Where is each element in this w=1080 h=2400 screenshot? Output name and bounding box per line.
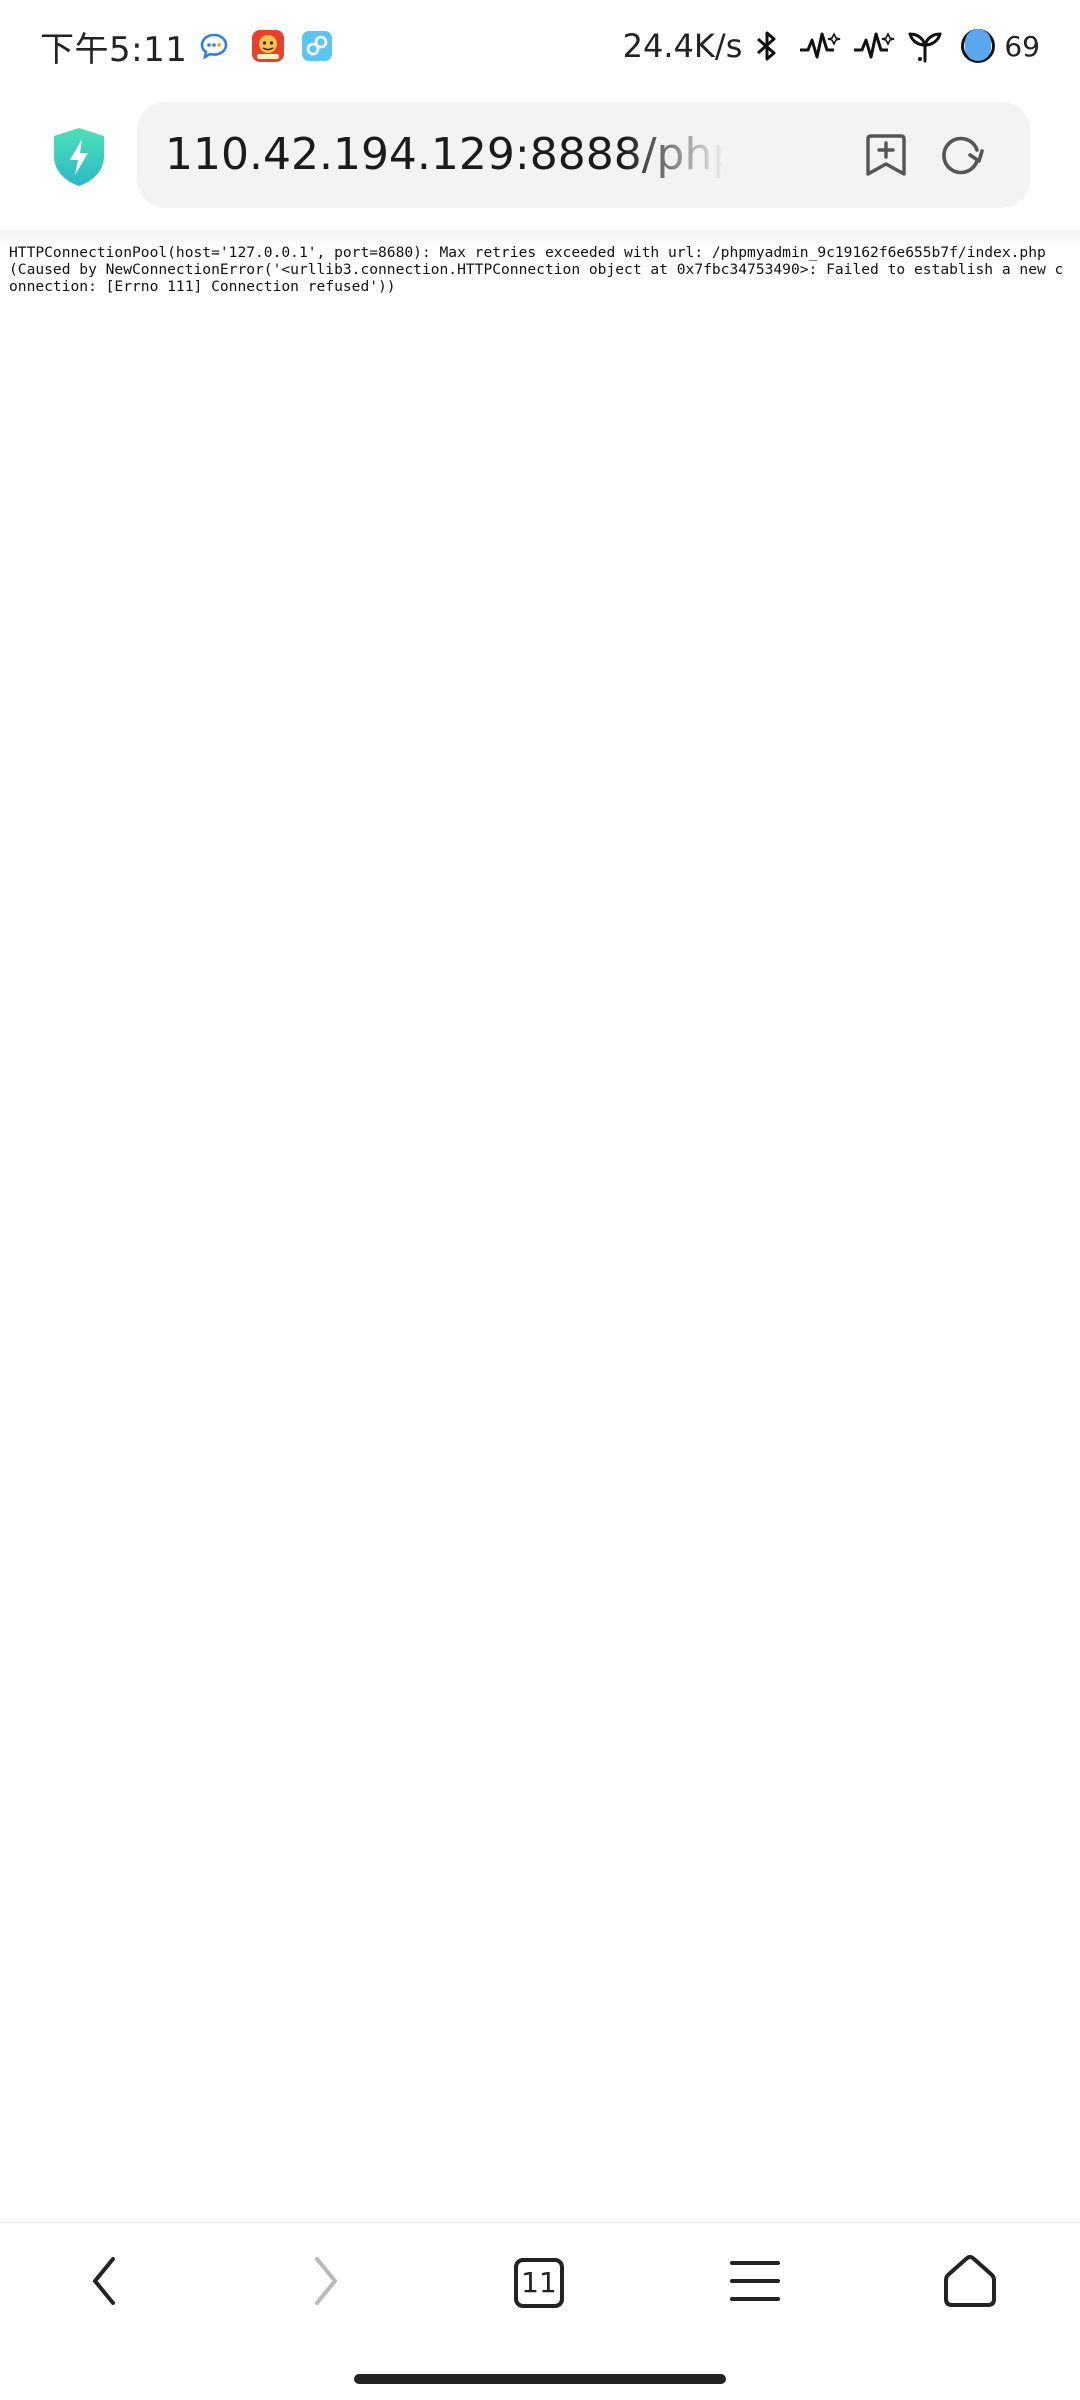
app-link-icon [301, 30, 333, 62]
error-message: HTTPConnectionPool(host='127.0.0.1', por… [9, 244, 1064, 295]
bluetooth-icon [754, 30, 784, 62]
menu-icon [729, 2259, 781, 2308]
signal-activity-icon [852, 30, 896, 62]
tab-count: 11 [521, 2266, 557, 2299]
forward-icon [305, 2255, 345, 2312]
url-text[interactable]: 110.42.194.129:8888/phpmyadmin_9c19162f6… [165, 102, 725, 208]
chat-bubble-icon [199, 31, 229, 61]
status-bar: 下午5:11 24.4K/s 69 [0, 0, 1080, 92]
status-time: 下午5:11 [40, 29, 188, 70]
bottom-navigation: 11 [0, 2222, 1080, 2344]
back-button[interactable] [73, 2251, 137, 2315]
address-bar[interactable]: 110.42.194.129:8888/phpmyadmin_9c19162f6… [137, 102, 1030, 208]
forward-button[interactable] [293, 2251, 357, 2315]
home-button[interactable] [938, 2251, 1002, 2315]
back-icon [85, 2255, 125, 2312]
network-speed: 24.4K/s [622, 27, 743, 65]
shield-lightning-icon[interactable] [50, 126, 108, 188]
wifi-icon [906, 29, 944, 63]
battery-icon [960, 28, 996, 64]
signal-activity-icon [798, 30, 842, 62]
page-content: HTTPConnectionPool(host='127.0.0.1', por… [9, 244, 1071, 295]
reload-icon[interactable] [937, 130, 987, 180]
app-mascot-icon [251, 29, 285, 63]
tabs-button[interactable]: 11 [507, 2251, 571, 2315]
status-right: 24.4K/s 69 [623, 27, 1040, 65]
home-indicator[interactable] [354, 2374, 726, 2384]
battery-level: 69 [1004, 29, 1040, 63]
status-left: 下午5:11 [40, 22, 333, 71]
menu-button[interactable] [723, 2251, 787, 2315]
tabs-icon: 11 [514, 2258, 564, 2308]
bookmark-add-icon[interactable] [863, 132, 909, 178]
browser-toolbar: 110.42.194.129:8888/phpmyadmin_9c19162f6… [0, 92, 1080, 232]
home-icon [942, 2253, 998, 2314]
